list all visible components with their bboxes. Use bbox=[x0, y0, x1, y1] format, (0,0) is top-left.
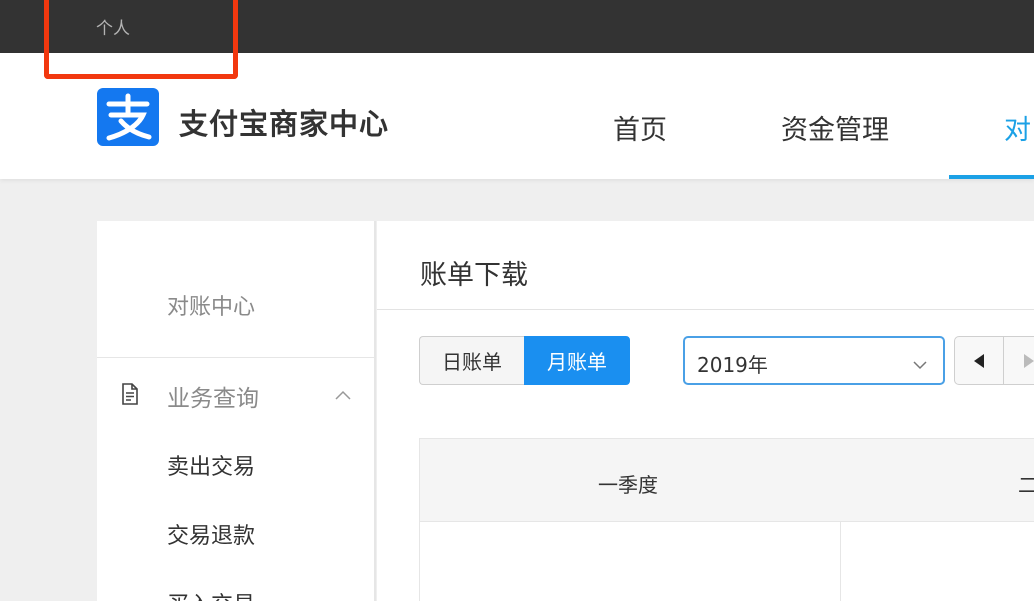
caret-right-icon bbox=[1023, 353, 1034, 368]
sidebar-item-purchases[interactable]: 买入交易 bbox=[167, 587, 255, 601]
site-header: 支付宝商家中心 首页 资金管理 对 bbox=[0, 53, 1034, 179]
chevron-up-icon[interactable] bbox=[335, 385, 351, 404]
year-select-value: 2019年 bbox=[697, 353, 768, 377]
monthly-bill-button[interactable]: 月账单 bbox=[524, 336, 630, 385]
sidebar: 对账中心 业务查询 卖出交易 交易退款 买入交易 bbox=[97, 221, 376, 601]
table-column-divider bbox=[840, 522, 841, 601]
column-header-q1: 一季度 bbox=[598, 473, 658, 497]
year-select[interactable]: 2019年 bbox=[683, 336, 945, 385]
sidebar-item-sales[interactable]: 卖出交易 bbox=[167, 449, 255, 481]
daily-bill-button[interactable]: 日账单 bbox=[419, 336, 524, 385]
quarter-table-header: 一季度 二 bbox=[419, 438, 1034, 522]
sidebar-title[interactable]: 对账中心 bbox=[167, 289, 255, 321]
sidebar-group-business-query[interactable]: 业务查询 bbox=[97, 377, 374, 413]
nav-fund-management[interactable]: 资金管理 bbox=[781, 108, 889, 147]
main-panel: 账单下载 日账单 月账单 2019年 一季度 二 bbox=[377, 221, 1034, 601]
personal-link[interactable]: 个人 bbox=[96, 14, 130, 39]
main-divider bbox=[377, 309, 1034, 310]
column-header-q2: 二 bbox=[1018, 473, 1034, 497]
brand-name: 支付宝商家中心 bbox=[179, 107, 390, 141]
sidebar-group-label: 业务查询 bbox=[167, 386, 259, 412]
bill-period-toggle: 日账单 月账单 bbox=[419, 336, 630, 385]
nav-reconciliation[interactable]: 对 bbox=[1004, 108, 1031, 147]
nav-active-indicator bbox=[949, 175, 1034, 179]
quarter-table-body bbox=[419, 522, 1034, 601]
caret-left-icon bbox=[974, 353, 984, 368]
prev-year-button[interactable] bbox=[955, 337, 1005, 384]
next-year-button[interactable] bbox=[1004, 337, 1034, 384]
chevron-down-icon bbox=[913, 355, 927, 374]
sidebar-divider bbox=[97, 357, 374, 358]
alipay-logo-icon[interactable] bbox=[97, 88, 159, 146]
top-bar: 个人 bbox=[0, 0, 1034, 53]
document-icon bbox=[121, 383, 139, 409]
page-title: 账单下载 bbox=[420, 260, 528, 291]
nav-home[interactable]: 首页 bbox=[613, 108, 667, 147]
sidebar-item-refunds[interactable]: 交易退款 bbox=[167, 518, 255, 550]
year-pager bbox=[954, 336, 1034, 385]
